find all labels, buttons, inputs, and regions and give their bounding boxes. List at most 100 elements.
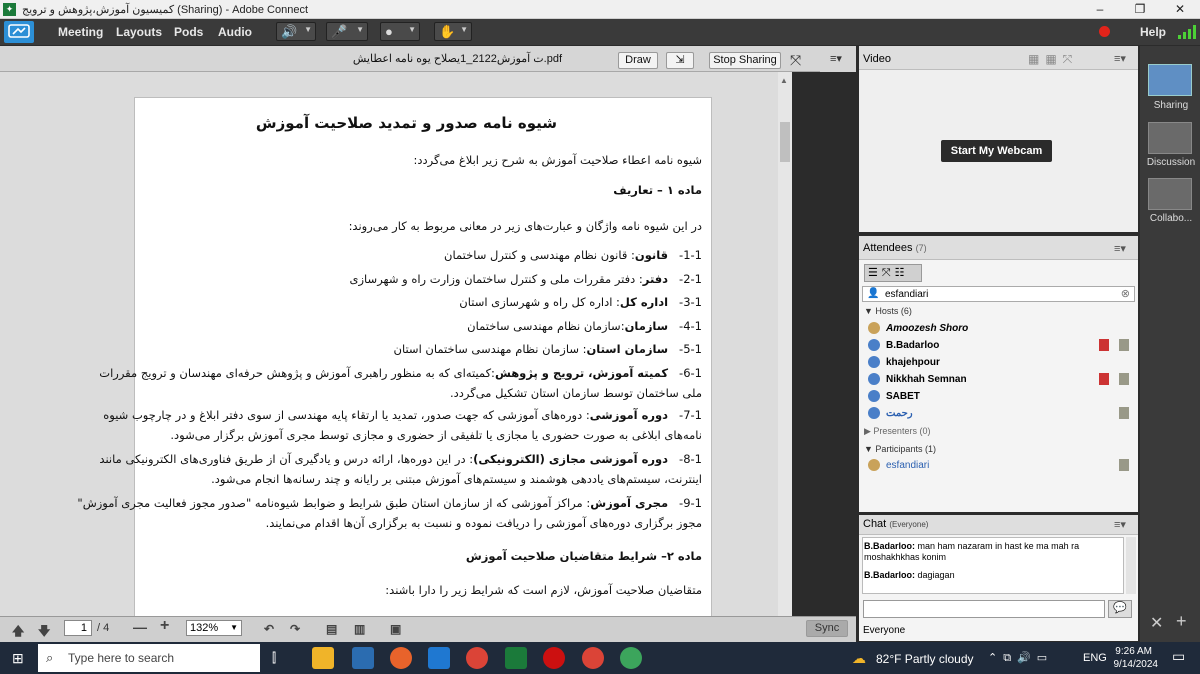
taskbar-search[interactable]: ⌕ Type here to search	[38, 644, 260, 672]
speech-bubble-icon: 💬	[1113, 602, 1127, 614]
sync-button[interactable]: Sync	[806, 620, 848, 637]
windows-start-icon[interactable]: ⊞	[12, 650, 24, 667]
adobe-connect-taskbar-icon[interactable]	[505, 647, 527, 669]
notifications-icon[interactable]: ▭	[1172, 648, 1185, 665]
page-number-input[interactable]: 1	[64, 620, 92, 636]
taskbar-search-input[interactable]: Type here to search	[68, 651, 174, 665]
system-tray-icons[interactable]: ⌃⧉🔊▭	[988, 651, 1053, 665]
status-icon	[1119, 459, 1129, 471]
share-pod-options[interactable]: ≡▾	[820, 46, 856, 72]
add-layout-icon[interactable]: +	[1176, 611, 1187, 632]
next-page-icon[interactable]: 🡇	[38, 622, 50, 643]
chat-input[interactable]	[863, 600, 1105, 618]
layout-tools-icon[interactable]: ✕	[1150, 613, 1163, 633]
restore-button[interactable]: ❐	[1120, 0, 1160, 19]
attendee-view-switcher[interactable]: ☰⤧☷	[864, 264, 922, 282]
pointer-button[interactable]: ⇲	[666, 52, 694, 69]
menu-meeting[interactable]: Meeting	[58, 19, 103, 45]
chrome-profile-icon[interactable]	[582, 647, 604, 669]
clock-time[interactable]: 9:26 AM	[1112, 646, 1152, 657]
recording-indicator[interactable]	[1099, 26, 1110, 37]
chat-options-icon[interactable]: ≡▾	[1114, 518, 1126, 531]
list-item: 7-1- دوره آموزشی: دوره‌های آموزشی که جهت…	[103, 407, 702, 422]
microphone-toggle[interactable]: 🎤 ▼	[326, 22, 368, 41]
chat-target[interactable]: Everyone	[863, 625, 905, 636]
speaker-toggle[interactable]: 🔊 ▼	[276, 22, 316, 41]
chrome-icon[interactable]	[466, 647, 488, 669]
hosts-group[interactable]: ▼ Hosts (6)	[864, 306, 912, 316]
mail-icon[interactable]	[428, 647, 450, 669]
attendee-row[interactable]: Amoozesh Shoro	[859, 320, 1137, 337]
clock-date[interactable]: 9/14/2024	[1106, 659, 1159, 670]
stop-sharing-button[interactable]: Stop Sharing	[709, 52, 781, 69]
fit-width-icon[interactable]: ▥	[354, 622, 365, 636]
layout-discussion-thumb[interactable]	[1148, 122, 1192, 154]
edge-browser-icon[interactable]	[352, 647, 374, 669]
attendee-row[interactable]: B.Badarloo	[859, 337, 1137, 354]
clear-search-icon[interactable]: ⊗	[1121, 287, 1130, 300]
task-view-icon[interactable]: ⫿	[272, 650, 276, 666]
attendee-row[interactable]: رحمت	[859, 405, 1137, 422]
opera-icon[interactable]	[543, 647, 565, 669]
menu-layouts[interactable]: Layouts	[116, 19, 162, 45]
draw-button[interactable]: Draw	[618, 52, 658, 69]
attendee-row[interactable]: Nikkhah Semnan	[859, 371, 1137, 388]
list-item-cont: اینترنت، سیستم‌های یاددهی هوشمند و سیستم…	[211, 471, 702, 486]
file-explorer-icon[interactable]	[312, 647, 334, 669]
send-message-button[interactable]: 💬	[1108, 600, 1132, 618]
attendees-options-icon[interactable]: ≡▾	[1114, 242, 1126, 255]
list-item-cont: مجوز برگزاری دوره‌های آموزشی را دریافت ن…	[265, 515, 702, 530]
scrollbar-thumb[interactable]	[780, 122, 790, 162]
title-bar: ✦ کمیسیون آموزش،پژوهش و ترویج (Sharing) …	[0, 0, 1200, 19]
section-2-heading: ماده ۲– شرایط متقاضیان صلاحیت آموزش	[465, 549, 702, 563]
list-item-cont: ملی ساختمان توسط سازمان استان تشکیل می‌گ…	[449, 385, 702, 400]
fullscreen-icon[interactable]: ⤧	[790, 52, 801, 69]
video-layout-icons[interactable]: ▦▦⤧	[1028, 52, 1078, 67]
menu-pods[interactable]: Pods	[174, 19, 203, 45]
section-2-intro: متقاضیان صلاحیت آموزش، لازم است که شرایط…	[385, 583, 702, 597]
prev-page-icon[interactable]: 🡅	[12, 622, 24, 643]
attendee-row[interactable]: esfandiari	[859, 457, 1137, 474]
video-options-icon[interactable]: ≡▾	[1114, 52, 1126, 65]
zoom-in-icon[interactable]: +	[160, 617, 169, 635]
webcam-toggle[interactable]: ● ▼	[380, 22, 420, 41]
attendee-row[interactable]: SABET	[859, 388, 1137, 405]
menu-audio[interactable]: Audio	[218, 19, 252, 45]
rotate-right-icon[interactable]: ↷	[290, 622, 300, 636]
weather-text[interactable]: 82°F Partly cloudy	[876, 652, 974, 666]
zoom-out-icon[interactable]: —	[133, 619, 147, 635]
list-item: 1-1- قانون: قانون نظام مهندسی و کنترل سا…	[444, 248, 702, 262]
fit-page-icon[interactable]: ▤	[326, 622, 337, 636]
attendee-search[interactable]: 👤 esfandiari ⊗	[862, 286, 1135, 302]
layout-sharing-label[interactable]: Sharing	[1144, 100, 1198, 111]
layout-collaboration-label[interactable]: Collabo...	[1144, 213, 1198, 224]
section-1-heading: ماده ۱ – تعاریف	[613, 183, 702, 197]
minimize-button[interactable]: –	[1080, 0, 1120, 19]
close-button[interactable]: ✕	[1160, 0, 1200, 19]
chat-scrollbar[interactable]	[1126, 537, 1136, 594]
layout-collaboration-thumb[interactable]	[1148, 178, 1192, 210]
scroll-up-icon[interactable]: ▲	[780, 76, 788, 85]
help-menu[interactable]: Help	[1140, 19, 1166, 45]
hand-tool-icon[interactable]: ▣	[390, 622, 401, 636]
adobe-connect-logo[interactable]	[4, 21, 34, 43]
zoom-value: 132%	[190, 622, 219, 634]
firefox-icon[interactable]	[390, 647, 412, 669]
layout-discussion-label[interactable]: Discussion	[1144, 157, 1198, 168]
zoom-select[interactable]: 132% ▼	[186, 620, 242, 636]
presenters-group[interactable]: ▶ Presenters (0)	[864, 426, 930, 437]
participants-group[interactable]: ▼ Participants (1)	[864, 444, 936, 454]
rotate-left-icon[interactable]: ↶	[264, 622, 274, 636]
signal-icon	[1178, 25, 1196, 42]
doc-title: شیوه نامه صدور و تمدید صلاحیت آموزش	[255, 114, 557, 132]
raise-hand-toggle[interactable]: ✋ ▼	[434, 22, 472, 41]
webcam-icon: ●	[385, 24, 393, 39]
layout-sharing-thumb[interactable]	[1148, 64, 1192, 96]
start-webcam-button[interactable]: Start My Webcam	[941, 140, 1052, 162]
speaker-icon: 🔊	[281, 24, 298, 39]
chrome-profile-2-icon[interactable]	[620, 647, 642, 669]
input-language[interactable]: ENG	[1083, 652, 1107, 664]
attendee-row[interactable]: khajehpour	[859, 354, 1137, 371]
attendee-search-input[interactable]: esfandiari	[885, 289, 928, 300]
video-title: Video	[863, 53, 891, 65]
